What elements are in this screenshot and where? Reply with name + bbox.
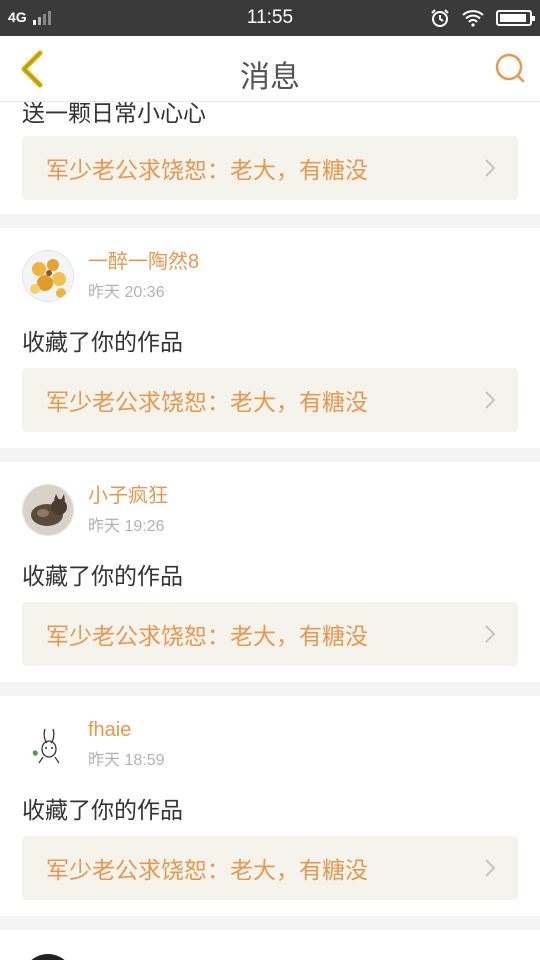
status-bar: 4G 11:55 (0, 0, 540, 36)
work-link[interactable]: 军少老公求饶恕：老大，有糖没 (22, 602, 518, 666)
avatar[interactable] (22, 718, 74, 770)
message-feed: 送一颗日常小心心 军少老公求饶恕：老大，有糖没 一醉一陶然8 昨天 20:36 … (0, 102, 540, 960)
work-link[interactable]: 军少老公求饶恕：老大，有糖没 (22, 136, 518, 200)
message-text: 收藏了你的作品 (22, 798, 183, 824)
work-link[interactable]: 军少老公求饶恕：老大，有糖没 (22, 836, 518, 900)
timestamp: 昨天 18:59 (88, 752, 165, 769)
timestamp: 昨天 19:26 (88, 518, 165, 535)
message-text: 送一颗日常小心心 (22, 102, 206, 127)
page-title: 消息 (240, 60, 300, 95)
message-card: 一醉一陶然8 昨天 20:36 收藏了你的作品 军少老公求饶恕：老大，有糖没 (0, 228, 540, 448)
message-card: 小子疯狂 昨天 19:26 收藏了你的作品 军少老公求饶恕：老大，有糖没 (0, 462, 540, 682)
status-icons (430, 8, 535, 28)
message-card: fhaie 昨天 18:59 收藏了你的作品 军少老公求饶恕：老大，有糖没 (0, 696, 540, 916)
work-title: 军少老公求饶恕：老大，有糖没 (46, 624, 368, 650)
message-user[interactable]: 小子疯狂 昨天 19:26 (22, 484, 168, 536)
wifi-icon (462, 10, 484, 27)
search-button[interactable] (492, 50, 528, 86)
user-meta: 一醉一陶然8 昨天 20:36 (88, 250, 199, 302)
message-user[interactable]: 一醉一陶然8 昨天 20:36 (22, 250, 199, 302)
message-text: 收藏了你的作品 (22, 564, 183, 590)
username[interactable]: fhaie (88, 718, 165, 742)
message-card-partial: 送一颗日常小心心 军少老公求饶恕：老大，有糖没 (0, 102, 540, 214)
alarm-icon (431, 9, 449, 27)
message-text: 收藏了你的作品 (22, 330, 183, 356)
work-title: 军少老公求饶恕：老大，有糖没 (46, 390, 368, 416)
work-title: 军少老公求饶恕：老大，有糖没 (46, 858, 368, 884)
battery-icon (496, 10, 535, 26)
nav-bar: 消息 (0, 36, 540, 102)
work-link[interactable]: 军少老公求饶恕：老大，有糖没 (22, 368, 518, 432)
avatar[interactable] (22, 954, 74, 960)
user-meta: 小子疯狂 昨天 19:26 (88, 484, 168, 536)
search-icon (495, 53, 525, 83)
work-title: 军少老公求饶恕：老大，有糖没 (46, 158, 368, 184)
avatar[interactable] (22, 250, 74, 302)
message-card-next (0, 930, 540, 960)
user-meta: fhaie 昨天 18:59 (88, 718, 165, 770)
message-user[interactable]: fhaie 昨天 18:59 (22, 718, 165, 770)
timestamp: 昨天 20:36 (88, 284, 165, 301)
chevron-right-icon (485, 625, 496, 643)
username[interactable]: 小子疯狂 (88, 484, 168, 508)
avatar[interactable] (22, 484, 74, 536)
chevron-right-icon (485, 159, 496, 177)
chevron-right-icon (485, 859, 496, 877)
chevron-right-icon (485, 391, 496, 409)
username[interactable]: 一醉一陶然8 (88, 250, 199, 274)
